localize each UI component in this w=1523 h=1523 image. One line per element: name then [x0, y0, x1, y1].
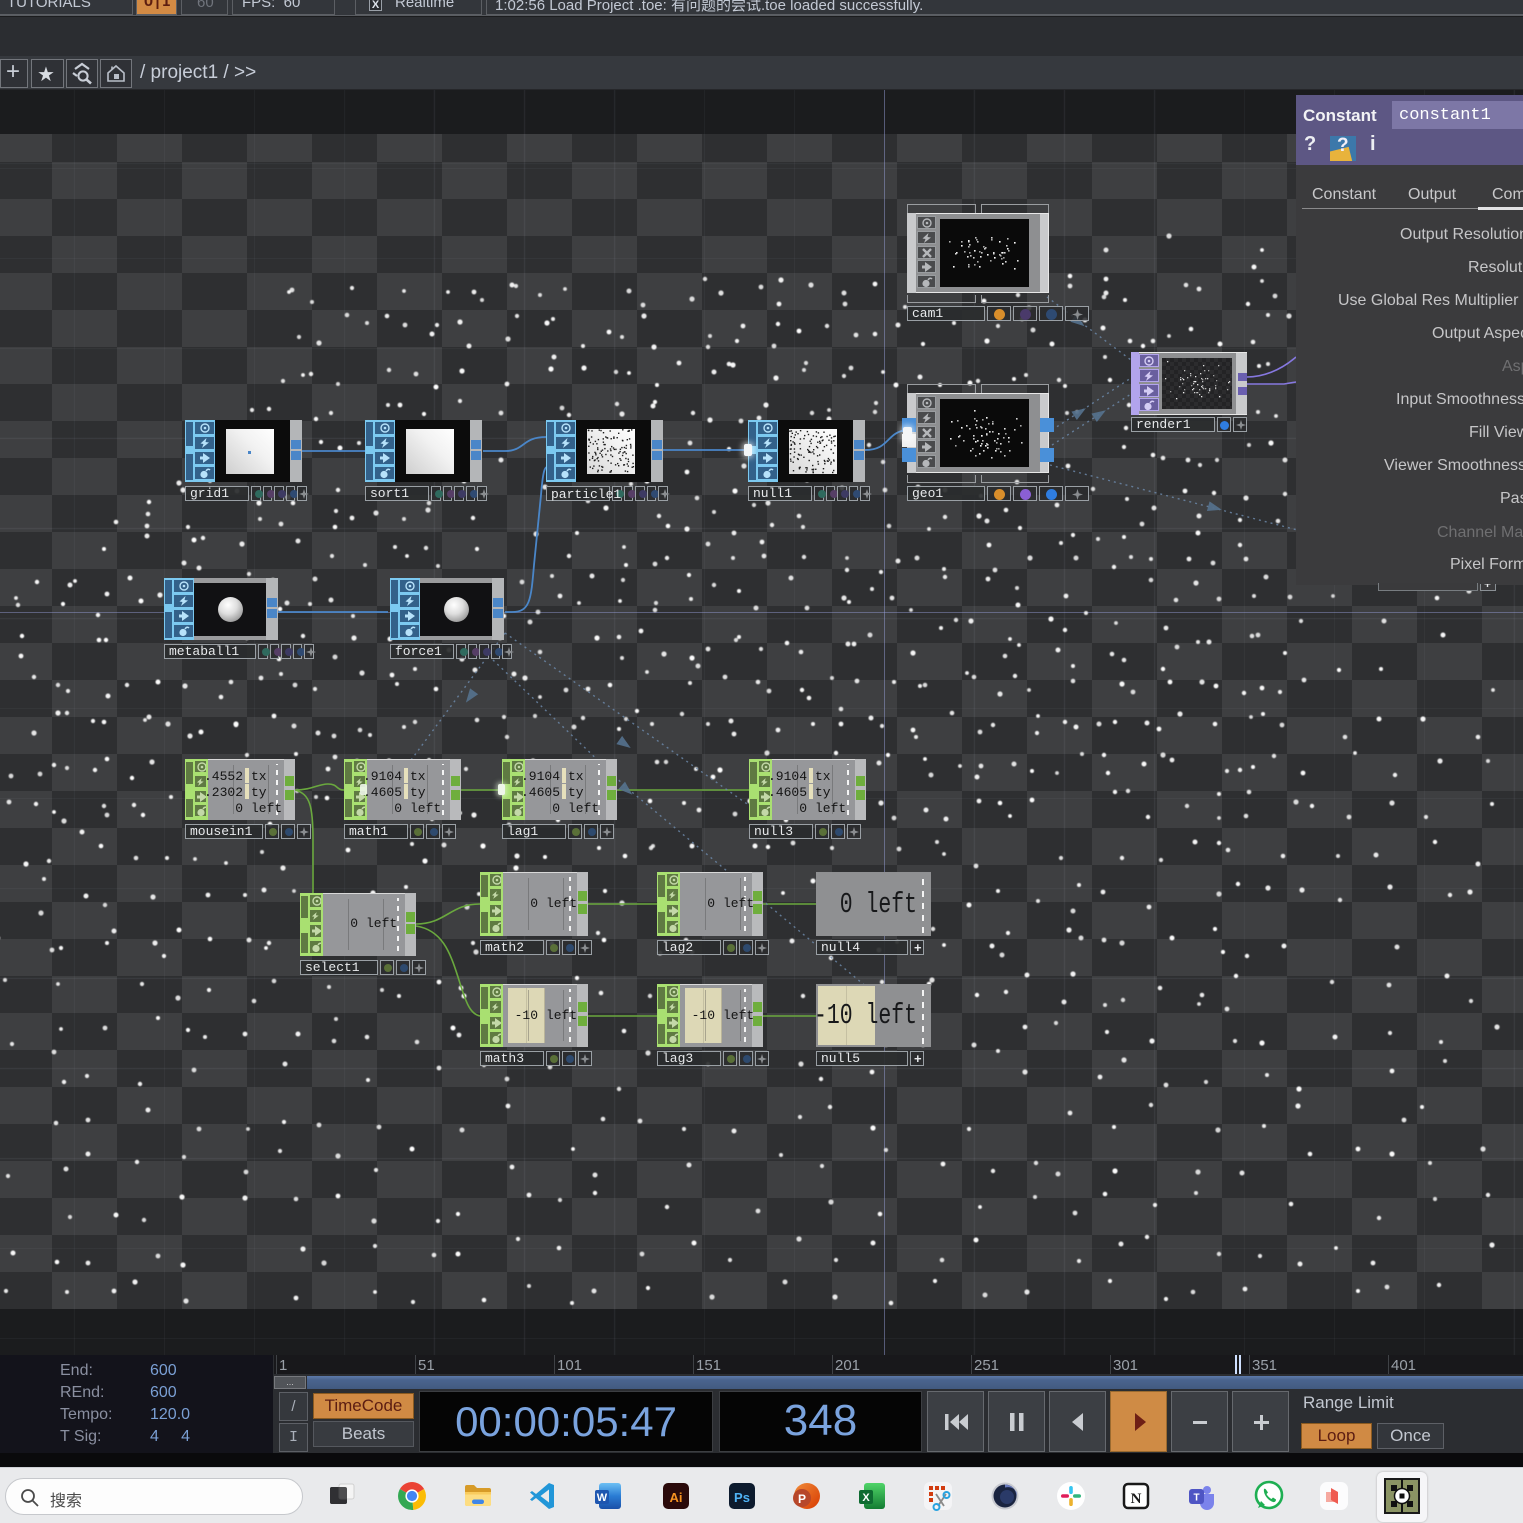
svg-text:Ai: Ai	[670, 1490, 683, 1505]
svg-text:N: N	[1131, 1491, 1142, 1507]
svg-text:X: X	[862, 1492, 870, 1504]
svg-text:Ps: Ps	[734, 1490, 750, 1505]
svg-text:P: P	[798, 1492, 806, 1506]
svg-text:T: T	[1193, 1493, 1199, 1504]
svg-text:W: W	[597, 1492, 608, 1504]
